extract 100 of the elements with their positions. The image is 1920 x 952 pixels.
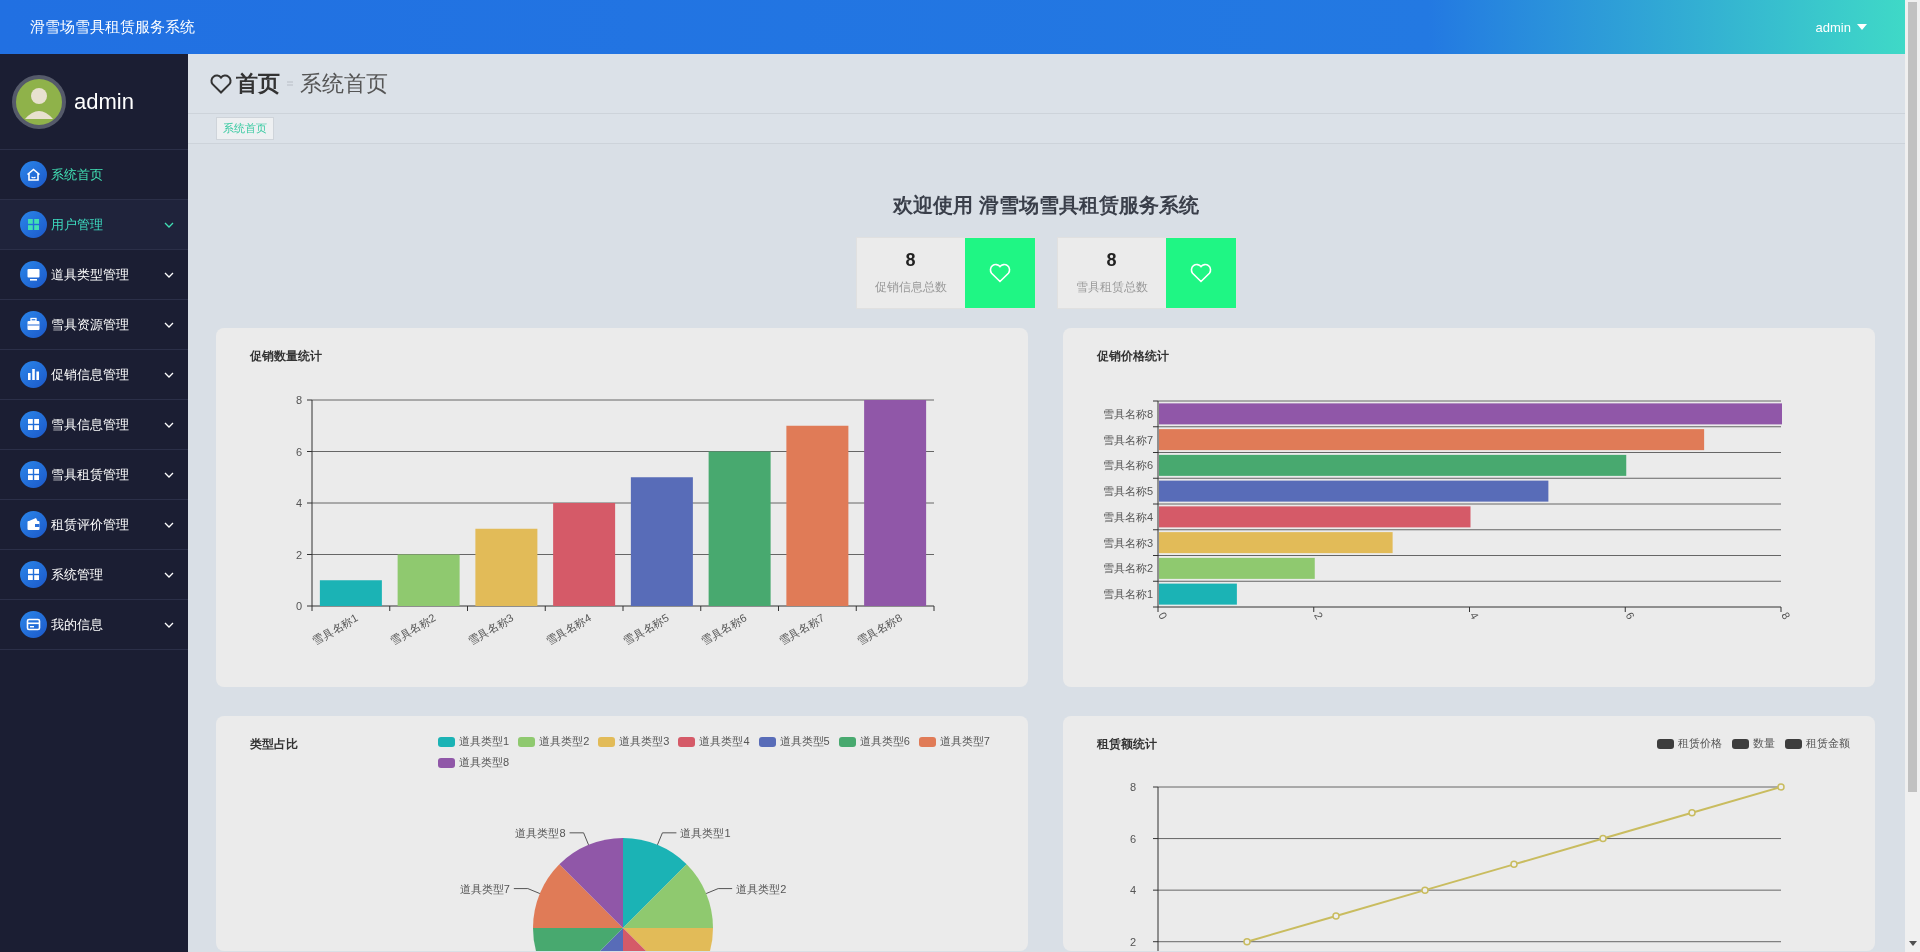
legend-label[interactable]: 租赁价格	[1678, 736, 1722, 751]
data-point	[1421, 886, 1429, 894]
slice-label: 道具类型8	[515, 826, 566, 839]
axis-label: 0	[295, 600, 302, 612]
legend-swatch[interactable]	[1732, 738, 1749, 749]
data-point	[1510, 860, 1518, 869]
briefcase-icon	[20, 311, 47, 338]
stat-label: 雪具租赁总数	[1075, 279, 1148, 296]
stat-value: 8	[1106, 250, 1117, 271]
scrollbar-thumb[interactable]	[1908, 2, 1917, 792]
axis-label: 雪具名称4	[1102, 510, 1153, 523]
app-title: 滑雪场雪具租赁服务系统	[30, 17, 196, 37]
grid-icon	[20, 411, 47, 438]
heart-icon	[988, 263, 1011, 283]
axis-label: 雪具名称8	[854, 611, 905, 647]
axis-label: 0	[1156, 610, 1170, 622]
axis-label: 雪具名称3	[1102, 536, 1153, 549]
legend-label[interactable]: 道具类型6	[859, 734, 910, 749]
scroll-down-icon[interactable]	[1908, 941, 1917, 946]
legend-swatch[interactable]	[598, 736, 616, 747]
axis-label: 雪具名称2	[1102, 562, 1153, 575]
menu-item[interactable]: 用户管理	[0, 200, 188, 250]
heart-icon	[1189, 263, 1212, 283]
user-name: admin	[74, 88, 134, 115]
grid-icon	[20, 461, 47, 488]
axis-label: 4	[1129, 884, 1136, 897]
data-point	[1332, 912, 1340, 920]
welcome-heading: 欢迎使用 滑雪场雪具租赁服务系统	[893, 193, 1199, 218]
grid-icon	[20, 211, 47, 238]
axis-label: 6	[1623, 610, 1637, 622]
breadcrumb-current: 系统首页	[300, 69, 388, 98]
legend-label[interactable]: 道具类型8	[459, 755, 510, 770]
axis-label: 雪具名称7	[1102, 433, 1153, 446]
slice-label: 道具类型1	[680, 826, 731, 839]
legend-label[interactable]: 道具类型2	[539, 734, 590, 749]
chart-title: 促销数量统计	[250, 348, 323, 365]
axis-label: 6	[295, 445, 302, 458]
menu-item[interactable]: 我的信息	[0, 600, 188, 650]
home-icon	[20, 161, 47, 188]
wallet-icon	[20, 511, 47, 538]
legend-swatch[interactable]	[838, 736, 856, 747]
legend-swatch[interactable]	[678, 736, 696, 747]
axis-label: 8	[295, 394, 302, 406]
axis-label: 雪具名称3	[465, 611, 516, 647]
leader-line	[569, 832, 590, 846]
axis-label: 4	[1467, 610, 1482, 622]
axis-label: 雪具名称5	[621, 611, 671, 647]
menu-item[interactable]: 租赁评价管理	[0, 500, 188, 550]
chart-title: 类型占比	[250, 736, 299, 753]
axis-label: 8	[1779, 610, 1793, 622]
legend-swatch[interactable]	[1657, 738, 1674, 749]
legend-swatch[interactable]	[438, 736, 455, 747]
leader-line	[705, 888, 733, 895]
legend-label[interactable]: 道具类型4	[699, 734, 750, 749]
leader-line	[513, 888, 541, 895]
stat-label: 促销信息总数	[874, 279, 947, 296]
card-icon	[20, 611, 47, 638]
legend-label[interactable]: 道具类型1	[459, 734, 510, 749]
axis-label: 4	[295, 497, 302, 509]
grid-icon	[20, 561, 47, 588]
menu-item[interactable]: 雪具资源管理	[0, 300, 188, 350]
axis-label: 8	[1129, 781, 1136, 793]
menu-item[interactable]: 雪具租赁管理	[0, 450, 188, 500]
data-point	[1599, 834, 1607, 843]
axis-label: 雪具名称1	[1102, 588, 1153, 601]
page-title: 首页	[236, 69, 280, 98]
heart-icon	[210, 73, 232, 94]
monitor-icon	[20, 261, 47, 288]
data-point	[1688, 809, 1696, 817]
bar-chart-icon	[20, 361, 47, 388]
chart-title: 租赁额统计	[1097, 736, 1158, 753]
legend-label[interactable]: 道具类型5	[779, 734, 830, 749]
legend-swatch[interactable]	[918, 736, 936, 747]
axis-label: 2	[1312, 610, 1326, 622]
axis-label: 雪具名称8	[1102, 407, 1153, 420]
data-point	[1777, 783, 1785, 791]
axis-label: 雪具名称6	[1102, 459, 1153, 472]
axis-label: 6	[1129, 832, 1136, 845]
slice-label: 道具类型7	[459, 882, 510, 895]
menu-item[interactable]: 道具类型管理	[0, 250, 188, 300]
axis-label: 雪具名称4	[543, 611, 594, 647]
axis-label: 2	[295, 548, 302, 561]
chart-title: 促销价格统计	[1097, 348, 1170, 365]
menu-item[interactable]: 系统管理	[0, 550, 188, 600]
legend-label[interactable]: 租赁金额	[1806, 736, 1850, 751]
avatar	[12, 74, 66, 129]
axis-label: 2	[1129, 935, 1136, 948]
stat-value: 8	[905, 250, 916, 271]
axis-label: 雪具名称5	[1102, 485, 1153, 498]
legend-label[interactable]: 道具类型7	[939, 734, 990, 749]
axis-label: 雪具名称1	[310, 611, 360, 647]
legend-swatch[interactable]	[518, 736, 536, 747]
legend-swatch[interactable]	[1785, 738, 1802, 749]
legend-swatch[interactable]	[758, 736, 776, 747]
legend-label[interactable]: 道具类型3	[619, 734, 670, 749]
menu-item[interactable]: 雪具信息管理	[0, 400, 188, 450]
menu-item[interactable]: 促销信息管理	[0, 350, 188, 400]
legend-swatch[interactable]	[438, 757, 455, 768]
legend-label[interactable]: 数量	[1753, 736, 1775, 751]
axis-label: 雪具名称7	[776, 611, 827, 647]
